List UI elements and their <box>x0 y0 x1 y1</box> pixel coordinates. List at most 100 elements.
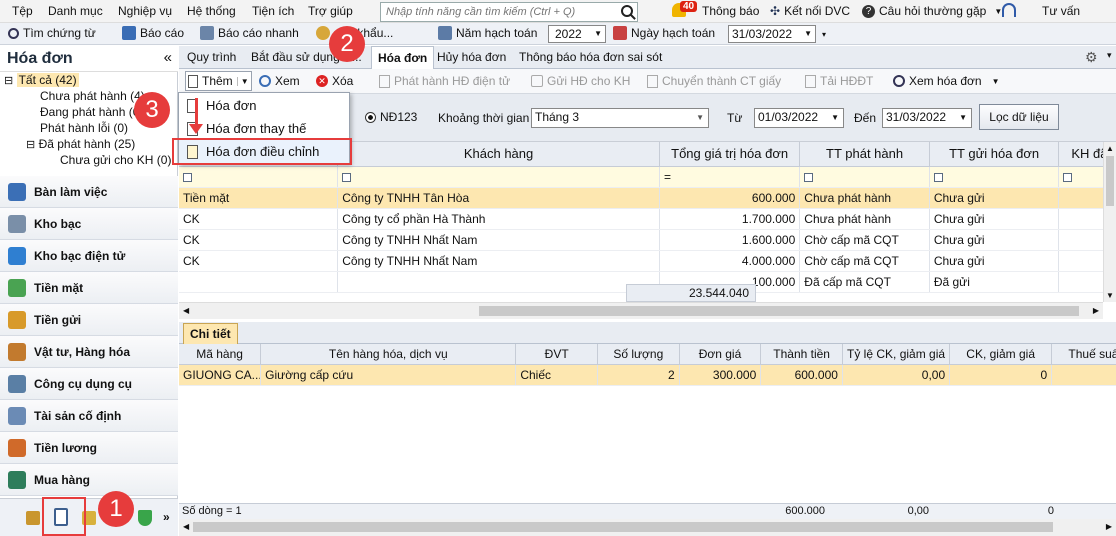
filter-operator-icon[interactable] <box>804 172 814 182</box>
table-row[interactable]: Tiền mặt Công ty TNHH Tân Hòa 600.000 Chưa … <box>179 187 1103 209</box>
tabs-overflow-icon[interactable]: ▾ <box>1107 50 1112 61</box>
issue-status-cell[interactable]: Chưa phát hành <box>799 208 930 230</box>
report-button[interactable]: Báo cáo <box>122 26 184 40</box>
total-cell[interactable]: 1.600.000 <box>659 229 801 251</box>
payment-cell[interactable] <box>179 271 339 293</box>
issue-status-cell[interactable]: Chờ cấp mã CQT <box>799 250 930 272</box>
nav-item[interactable]: Tài sản cố định <box>0 400 178 432</box>
unit-cell[interactable]: Chiếc <box>515 364 598 386</box>
collapse-sidebar-icon[interactable]: « <box>164 49 172 66</box>
received-cell[interactable] <box>1058 229 1103 251</box>
issue-status-cell[interactable]: Chưa phát hành <box>799 187 930 209</box>
toolbar-overflow-icon[interactable]: ▾ <box>822 30 826 39</box>
grid-vertical-scrollbar[interactable]: ▲ ▼ <box>1103 142 1116 302</box>
nav-item[interactable]: Tiền gửi <box>0 304 178 336</box>
decree-option[interactable]: NĐ123 <box>365 110 417 124</box>
payment-cell[interactable]: CK <box>179 229 339 251</box>
column-header-unit[interactable]: ĐVT <box>515 344 598 365</box>
menu-item-replacement-invoice[interactable]: Hóa đơn thay thế <box>179 117 349 140</box>
send-status-cell[interactable]: Chưa gửi <box>929 229 1060 251</box>
fiscal-year-select[interactable]: 2022 ▼ <box>548 25 606 43</box>
quick-report-button[interactable]: Báo cáo nhanh <box>200 26 299 40</box>
search-input[interactable] <box>381 3 615 21</box>
view-invoice-button[interactable]: Xem hóa đơn ▼ <box>893 74 1000 88</box>
send-status-cell[interactable]: Chưa gửi <box>929 208 1060 230</box>
table-row[interactable]: CK Công ty cổ phần Hà Thành 1.700.000 Chưa … <box>179 208 1103 230</box>
tree-item-unissued[interactable]: Chưa phát hành (4) <box>40 89 145 103</box>
tree-item-issued[interactable]: ⊟ Đã phát hành (25) <box>26 137 135 151</box>
item-code-cell[interactable]: GIUONG CA... <box>179 364 262 386</box>
nav-item[interactable]: Kho bạc <box>0 208 178 240</box>
filter-cell[interactable] <box>179 166 339 188</box>
convert-paper-button[interactable]: Chuyển thành CT giấy <box>647 74 781 88</box>
customer-cell[interactable]: Công ty TNHH Tân Hòa <box>337 187 660 209</box>
scroll-left-icon[interactable]: ◀ <box>183 522 189 531</box>
module-shortcut-icon[interactable] <box>26 511 40 525</box>
scroll-left-icon[interactable]: ◀ <box>183 306 189 315</box>
customer-cell[interactable]: Công ty cổ phần Hà Thành <box>337 208 660 230</box>
chevron-down-icon[interactable]: ▼ <box>992 77 1000 86</box>
column-header-issue-status[interactable]: TT phát hành <box>799 142 930 167</box>
filter-cell[interactable]: ✓ <box>1058 166 1103 188</box>
nav-item[interactable]: Kho bạc điện tử <box>0 240 178 272</box>
table-row[interactable]: CK Công ty TNHH Nhất Nam 1.600.000 Chờ cấp … <box>179 229 1103 251</box>
filter-operator-icon[interactable] <box>933 172 943 182</box>
notifications[interactable]: 40 Thông báo <box>672 1 759 18</box>
total-cell[interactable]: 600.000 <box>659 187 801 209</box>
more-modules-icon[interactable]: » <box>163 510 170 524</box>
consult-link[interactable]: Tư vấn <box>1042 4 1080 18</box>
scroll-thumb[interactable] <box>1106 156 1114 206</box>
to-date-select[interactable]: 31/03/2022 ▼ <box>882 108 972 128</box>
payment-cell[interactable]: CK <box>179 208 339 230</box>
menu-help[interactable]: Trợ giúp <box>308 4 353 18</box>
find-voucher-button[interactable]: Tìm chứng từ <box>8 26 96 40</box>
issue-status-cell[interactable]: Chờ cấp mã CQT <box>799 229 930 251</box>
nav-item[interactable]: Bàn làm việc <box>0 176 178 208</box>
column-header-discount[interactable]: CK, giảm giá <box>949 344 1053 365</box>
download-einvoice-button[interactable]: Tải HĐĐT <box>805 74 873 88</box>
scroll-right-icon[interactable]: ▶ <box>1106 522 1112 531</box>
menu-item-invoice[interactable]: Hóa đơn <box>179 94 349 117</box>
scroll-up-icon[interactable]: ▲ <box>1106 144 1114 153</box>
posting-date-select[interactable]: 31/03/2022 ▼ <box>728 25 816 43</box>
filter-equals-icon[interactable]: = <box>664 170 671 184</box>
tab-invoices[interactable]: Hóa đơn <box>371 46 435 69</box>
tab-cancel-invoice[interactable]: Hủy hóa đơn <box>437 50 506 64</box>
nav-item[interactable]: Công cụ dụng cụ <box>0 368 178 400</box>
received-cell[interactable] <box>1058 208 1103 230</box>
tax-rate-cell[interactable]: k <box>1051 364 1116 386</box>
scroll-right-icon[interactable]: ▶ <box>1093 306 1099 315</box>
add-button[interactable]: Thêm ▼ <box>185 71 252 91</box>
column-header-discount-rate[interactable]: Tỷ lệ CK, giảm giá <box>842 344 951 365</box>
column-header-unit-price[interactable]: Đơn giá <box>679 344 762 365</box>
payment-cell[interactable]: Tiền mặt <box>179 187 339 209</box>
connect-dvc[interactable]: ✣ Kết nối DVC <box>770 4 850 18</box>
filter-operator-icon[interactable] <box>1063 172 1073 182</box>
view-button[interactable]: Xem <box>259 74 300 88</box>
delete-button[interactable]: ✕ Xóa <box>316 74 353 88</box>
tree-item-issuing[interactable]: Đang phát hành (0) <box>40 105 143 119</box>
menu-utilities[interactable]: Tiện ích <box>252 4 294 18</box>
column-header-item-name[interactable]: Tên hàng hóa, dịch vụ <box>260 344 517 365</box>
column-header-tax-rate[interactable]: Thuế suất <box>1051 344 1116 365</box>
tree-item-not-sent[interactable]: Chưa gửi cho KH (0) <box>60 153 171 167</box>
filter-cell[interactable] <box>337 166 660 188</box>
faq[interactable]: ? Câu hỏi thường gặp ▼ <box>862 4 1002 18</box>
tab-process[interactable]: Quy trình <box>187 50 236 64</box>
collapse-toggle-icon[interactable]: ⊟ <box>26 139 35 151</box>
tab-detail[interactable]: Chi tiết <box>183 323 238 344</box>
tree-item-all[interactable]: ⊟ Tất cả (42) <box>4 73 79 87</box>
nav-item[interactable]: Vật tư, Hàng hóa <box>0 336 178 368</box>
scroll-down-icon[interactable]: ▼ <box>1106 291 1114 300</box>
customer-cell[interactable]: Công ty TNHH Nhất Nam <box>337 229 660 251</box>
column-header-customer-received[interactable]: KH đã nhận HĐ <box>1058 142 1103 167</box>
send-status-cell[interactable]: Đã gửi <box>929 271 1060 293</box>
table-row[interactable]: CK Công ty TNHH Nhất Nam 4.000.000 Chờ cấp … <box>179 250 1103 272</box>
filter-cell[interactable] <box>799 166 930 188</box>
unit-price-cell[interactable]: 300.000 <box>679 364 762 386</box>
issue-status-cell[interactable]: Đã cấp mã CQT <box>799 271 930 293</box>
from-date-select[interactable]: 01/03/2022 ▼ <box>754 108 844 128</box>
nav-item[interactable]: Mua hàng <box>0 464 178 496</box>
grid-horizontal-scrollbar[interactable]: ◀ ▶ <box>179 302 1103 319</box>
menu-system[interactable]: Hệ thống <box>187 4 236 18</box>
